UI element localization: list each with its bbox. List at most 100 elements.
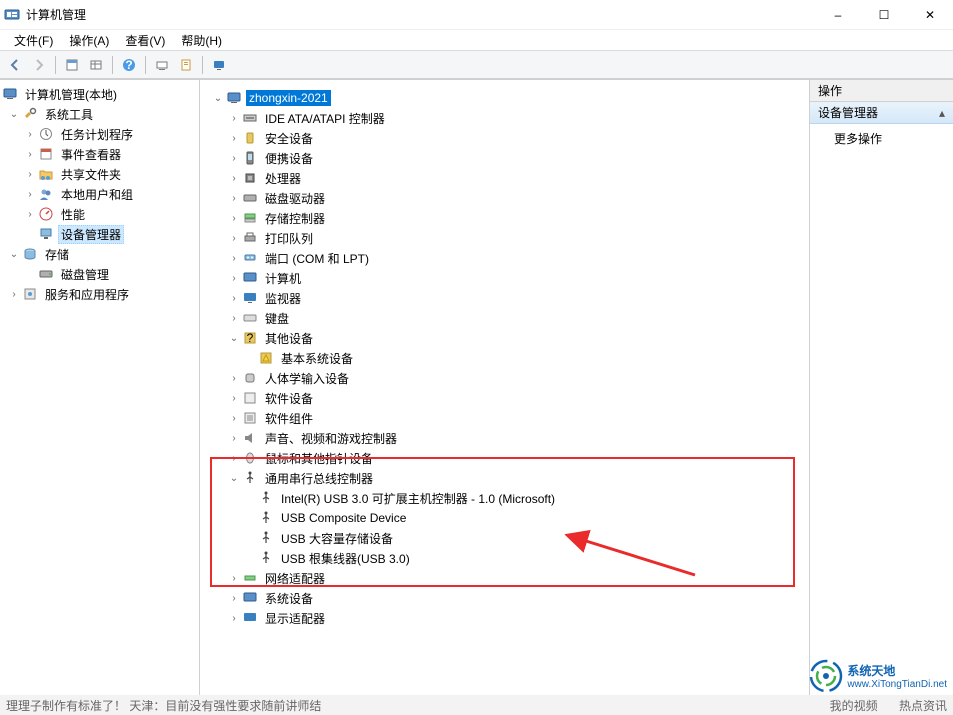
toolbar-device-button[interactable] bbox=[151, 54, 173, 76]
maximize-button[interactable]: ☐ bbox=[861, 0, 907, 29]
toolbar-scan-button[interactable] bbox=[175, 54, 197, 76]
tree-performance[interactable]: ›性能 bbox=[2, 204, 197, 224]
expand-toggle[interactable]: › bbox=[22, 166, 38, 182]
maximize-icon: ☐ bbox=[879, 8, 890, 22]
storage-ctrl-icon bbox=[242, 210, 258, 226]
expand-toggle[interactable]: › bbox=[226, 250, 242, 266]
chevron-up-icon[interactable]: ▴ bbox=[939, 106, 945, 120]
menu-file[interactable]: 文件(F) bbox=[6, 30, 61, 51]
device-usb-root-hub[interactable]: USB 根集线器(USB 3.0) bbox=[202, 548, 807, 568]
expand-toggle[interactable]: › bbox=[6, 286, 22, 302]
expand-toggle[interactable]: ⌄ bbox=[6, 246, 22, 262]
device-software-components[interactable]: ›软件组件 bbox=[202, 408, 807, 428]
expand-toggle[interactable]: › bbox=[226, 610, 242, 626]
expand-toggle[interactable]: › bbox=[226, 190, 242, 206]
action-more[interactable]: 更多操作 bbox=[810, 124, 953, 153]
device-hid[interactable]: ›人体学输入设备 bbox=[202, 368, 807, 388]
expand-toggle[interactable]: › bbox=[226, 430, 242, 446]
toolbar-help-button[interactable]: ? bbox=[118, 54, 140, 76]
device-usb-controllers[interactable]: ⌄通用串行总线控制器 bbox=[202, 468, 807, 488]
expand-toggle[interactable]: ⌄ bbox=[226, 330, 242, 346]
toolbar-separator bbox=[112, 56, 113, 74]
device-cpu[interactable]: ›处理器 bbox=[202, 168, 807, 188]
expand-toggle[interactable]: › bbox=[226, 390, 242, 406]
expand-toggle[interactable]: › bbox=[226, 230, 242, 246]
ide-icon bbox=[242, 110, 258, 126]
minimize-button[interactable]: – bbox=[815, 0, 861, 29]
toolbar-forward-button[interactable] bbox=[28, 54, 50, 76]
tree-shared-folders[interactable]: ›共享文件夹 bbox=[2, 164, 197, 184]
expand-toggle[interactable]: › bbox=[226, 570, 242, 586]
tree-label: 磁盘管理 bbox=[58, 265, 112, 284]
device-label: 计算机 bbox=[262, 269, 304, 288]
close-button[interactable]: ✕ bbox=[907, 0, 953, 29]
toolbar-properties-button[interactable] bbox=[61, 54, 83, 76]
device-label: 声音、视频和游戏控制器 bbox=[262, 429, 400, 448]
device-usb-intel[interactable]: Intel(R) USB 3.0 可扩展主机控制器 - 1.0 (Microso… bbox=[202, 488, 807, 508]
toolbar-monitor-button[interactable] bbox=[208, 54, 230, 76]
usb-icon bbox=[258, 550, 274, 566]
expand-toggle[interactable]: › bbox=[22, 146, 38, 162]
device-base-system[interactable]: 基本系统设备 bbox=[202, 348, 807, 368]
status-link-videos[interactable]: 我的视频 bbox=[830, 699, 878, 713]
expand-toggle[interactable]: › bbox=[226, 590, 242, 606]
menu-action[interactable]: 操作(A) bbox=[61, 30, 117, 51]
device-keyboard[interactable]: ›键盘 bbox=[202, 308, 807, 328]
computer-icon bbox=[242, 270, 258, 286]
tree-storage[interactable]: ⌄存储 bbox=[2, 244, 197, 264]
expand-toggle[interactable]: › bbox=[226, 290, 242, 306]
expand-toggle[interactable]: › bbox=[226, 270, 242, 286]
menu-help[interactable]: 帮助(H) bbox=[173, 30, 230, 51]
device-storage-ctrl[interactable]: ›存储控制器 bbox=[202, 208, 807, 228]
tree-task-scheduler[interactable]: ›任务计划程序 bbox=[2, 124, 197, 144]
tree-event-viewer[interactable]: ›事件查看器 bbox=[2, 144, 197, 164]
device-ports[interactable]: ›端口 (COM 和 LPT) bbox=[202, 248, 807, 268]
expand-toggle[interactable]: › bbox=[22, 126, 38, 142]
device-display-adapter[interactable]: ›显示适配器 bbox=[202, 608, 807, 628]
svg-text:?: ? bbox=[125, 58, 132, 72]
expand-toggle[interactable]: › bbox=[226, 370, 242, 386]
device-monitor[interactable]: ›监视器 bbox=[202, 288, 807, 308]
device-usb-mass-storage[interactable]: USB 大容量存储设备 bbox=[202, 528, 807, 548]
expand-toggle[interactable]: › bbox=[22, 186, 38, 202]
toolbar-back-button[interactable] bbox=[4, 54, 26, 76]
device-computer[interactable]: › 计算机 bbox=[202, 268, 807, 288]
tree-device-manager[interactable]: 设备管理器 bbox=[2, 224, 197, 244]
expand-toggle[interactable]: › bbox=[226, 170, 242, 186]
device-label: 其他设备 bbox=[262, 329, 316, 348]
menu-view[interactable]: 查看(V) bbox=[117, 30, 173, 51]
device-audio[interactable]: › 声音、视频和游戏控制器 bbox=[202, 428, 807, 448]
device-disk-drives[interactable]: ›磁盘驱动器 bbox=[202, 188, 807, 208]
expand-toggle[interactable]: › bbox=[22, 206, 38, 222]
device-other[interactable]: ⌄?其他设备 bbox=[202, 328, 807, 348]
tree-services-apps[interactable]: ›服务和应用程序 bbox=[2, 284, 197, 304]
expand-toggle[interactable]: › bbox=[226, 150, 242, 166]
expand-toggle[interactable]: ⌄ bbox=[226, 470, 242, 486]
tree-root-computer-management[interactable]: 计算机管理(本地) bbox=[2, 84, 197, 104]
expand-toggle[interactable]: ⌄ bbox=[210, 90, 226, 106]
expand-toggle[interactable]: › bbox=[226, 410, 242, 426]
device-system-devices[interactable]: ›系统设备 bbox=[202, 588, 807, 608]
tree-disk-management[interactable]: 磁盘管理 bbox=[2, 264, 197, 284]
device-mouse[interactable]: ›鼠标和其他指针设备 bbox=[202, 448, 807, 468]
expand-toggle[interactable]: › bbox=[226, 450, 242, 466]
menu-bar: 文件(F) 操作(A) 查看(V) 帮助(H) bbox=[0, 30, 953, 51]
device-portable[interactable]: ›便携设备 bbox=[202, 148, 807, 168]
expand-toggle[interactable]: › bbox=[226, 210, 242, 226]
device-security[interactable]: ›安全设备 bbox=[202, 128, 807, 148]
toolbar-view-button[interactable] bbox=[85, 54, 107, 76]
device-software-devices[interactable]: ›软件设备 bbox=[202, 388, 807, 408]
device-usb-composite[interactable]: USB Composite Device bbox=[202, 508, 807, 528]
expand-toggle[interactable]: ⌄ bbox=[6, 106, 22, 122]
expand-toggle[interactable]: › bbox=[226, 110, 242, 126]
device-root[interactable]: ⌄zhongxin-2021 bbox=[202, 88, 807, 108]
status-link-news[interactable]: 热点资讯 bbox=[899, 699, 947, 713]
app-icon bbox=[4, 7, 20, 23]
tree-system-tools[interactable]: ⌄系统工具 bbox=[2, 104, 197, 124]
expand-toggle[interactable]: › bbox=[226, 130, 242, 146]
expand-toggle[interactable]: › bbox=[226, 310, 242, 326]
device-ide[interactable]: ›IDE ATA/ATAPI 控制器 bbox=[202, 108, 807, 128]
device-network[interactable]: ›网络适配器 bbox=[202, 568, 807, 588]
device-print-queue[interactable]: ›打印队列 bbox=[202, 228, 807, 248]
tree-local-users[interactable]: ›本地用户和组 bbox=[2, 184, 197, 204]
